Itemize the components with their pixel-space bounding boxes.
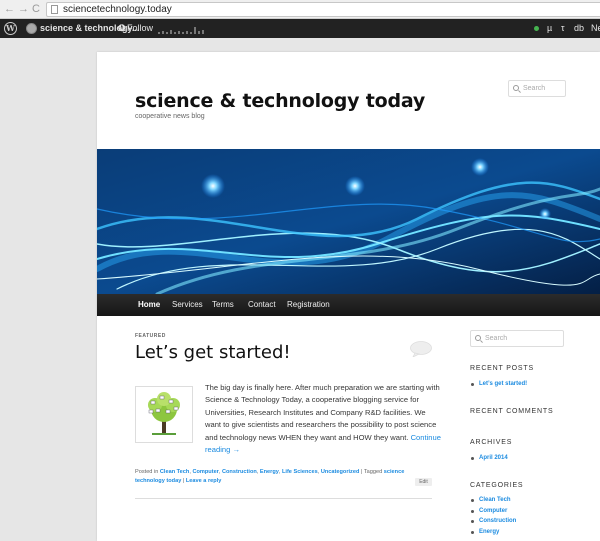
category-link[interactable]: Life Sciences [282, 469, 318, 475]
browser-toolbar: ← → C sciencetechnology.today [0, 0, 600, 19]
recent-posts-list: Let’s get started! [470, 379, 527, 390]
list-item: April 2014 [470, 453, 508, 464]
menu-item-home[interactable]: Home [138, 294, 160, 316]
stats-sparkline[interactable] [158, 24, 206, 34]
reload-button[interactable]: C [32, 2, 40, 16]
header-search-input[interactable]: Search [508, 80, 566, 97]
search-icon [513, 85, 519, 91]
wp-admin-bar: W science & technology... ✪ Follow µ τ d… [0, 19, 600, 38]
page: science & technology today cooperative n… [97, 52, 600, 541]
forward-button[interactable]: → [18, 2, 29, 16]
post-title[interactable]: Let’s get started! [135, 342, 291, 363]
menu-item-contact[interactable]: Contact [248, 294, 276, 316]
list-item: Clean Tech [470, 495, 516, 506]
leave-reply-link[interactable]: Leave a reply [186, 478, 221, 484]
search-placeholder: Search [523, 85, 546, 92]
edit-button[interactable]: Edit [415, 478, 432, 486]
admin-bar-item[interactable]: τ [561, 19, 565, 38]
search-placeholder: Search [485, 335, 508, 342]
main-menu: Home Services Terms Contact Registration [97, 294, 600, 316]
address-bar[interactable]: sciencetechnology.today [46, 2, 600, 17]
category-link[interactable]: Clean Tech [160, 469, 189, 475]
search-icon [475, 335, 481, 341]
category-link[interactable]: Computer [479, 508, 507, 514]
recent-post-link[interactable]: Let’s get started! [479, 381, 527, 387]
back-button[interactable]: ← [4, 2, 15, 16]
featured-label: FEATURED [135, 333, 166, 339]
category-link[interactable]: Computer [192, 469, 218, 475]
admin-bar-item[interactable]: db [574, 19, 584, 38]
category-link[interactable]: Energy [260, 469, 279, 475]
page-icon [51, 5, 58, 14]
list-item: Computer [470, 506, 516, 517]
site-title[interactable]: science & technology today [135, 90, 425, 112]
list-item: Let’s get started! [470, 379, 527, 390]
globe-icon [26, 23, 37, 34]
list-item: Energy [470, 527, 516, 538]
list-item: Construction [470, 516, 516, 527]
tag-link[interactable]: technology today [135, 478, 181, 484]
sidebar-search-input[interactable]: Search [470, 330, 564, 347]
category-link[interactable]: Construction [479, 518, 516, 524]
post-thumbnail[interactable] [135, 386, 193, 443]
tagged-label: | Tagged [360, 469, 383, 475]
categories-title: CATEGORIES [470, 482, 524, 489]
post-divider [135, 498, 432, 499]
admin-bar-item[interactable]: Ne [591, 19, 600, 38]
menu-item-services[interactable]: Services [172, 294, 203, 316]
category-link[interactable]: Uncategorized [321, 469, 360, 475]
admin-bar-item[interactable]: µ [547, 19, 552, 38]
status-indicator-icon [534, 26, 539, 31]
category-link[interactable]: Construction [222, 469, 257, 475]
post-body: The big day is finally here. After much … [205, 383, 440, 442]
header-banner-image [97, 149, 600, 294]
follow-button[interactable]: Follow [127, 19, 153, 38]
comment-bubble-icon[interactable] [410, 341, 432, 357]
category-link[interactable]: Clean Tech [479, 497, 511, 503]
post-meta: Posted in Clean Tech, Computer, Construc… [135, 469, 405, 484]
menu-item-terms[interactable]: Terms [212, 294, 234, 316]
follow-icon: ✪ [118, 23, 126, 33]
posted-in-label: Posted in [135, 469, 159, 475]
menu-item-registration[interactable]: Registration [287, 294, 330, 316]
address-bar-url: sciencetechnology.today [63, 4, 172, 15]
wordpress-logo-icon[interactable]: W [4, 22, 17, 35]
site-tagline: cooperative news blog [135, 113, 205, 120]
category-link[interactable]: Energy [479, 529, 499, 535]
tag-link[interactable]: science [384, 469, 405, 475]
recent-comments-title: RECENT COMMENTS [470, 408, 554, 415]
archives-list: April 2014 [470, 453, 508, 464]
archive-link[interactable]: April 2014 [479, 455, 508, 461]
recent-posts-title: RECENT POSTS [470, 365, 534, 372]
archives-title: ARCHIVES [470, 439, 513, 446]
post-excerpt: The big day is finally here. After much … [205, 382, 441, 456]
categories-list: Clean Tech Computer Construction Energy [470, 495, 516, 537]
